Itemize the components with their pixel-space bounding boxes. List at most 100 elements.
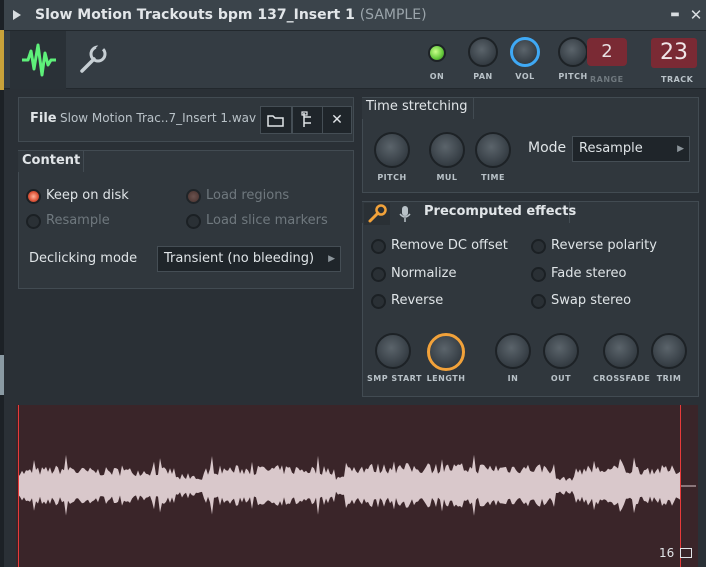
time-stretching-title: Time stretching	[366, 99, 468, 114]
declicking-mode-value: Transient (no bleeding)	[164, 251, 315, 266]
on-label: ON	[429, 72, 445, 81]
locate-file-button[interactable]	[292, 106, 324, 134]
mode-label: Mode	[528, 140, 567, 156]
crossfade-knob[interactable]	[603, 333, 639, 369]
remove-dc-offset-toggle[interactable]	[371, 239, 386, 254]
start-marker[interactable]	[18, 405, 19, 567]
mode-select[interactable]: Resample ▶	[572, 136, 690, 162]
ts-pitch-knob-group: PITCH	[374, 132, 410, 182]
on-led-icon[interactable]	[428, 44, 446, 62]
smp-start-knob-group: SMP START	[367, 333, 422, 383]
content-title: Content	[22, 153, 81, 168]
file-name[interactable]: Slow Motion Trac..7_Insert 1.wav	[60, 111, 256, 125]
close-icon: ✕	[331, 112, 343, 128]
pan-knob-group: PAN	[468, 37, 498, 81]
reverse-toggle[interactable]	[371, 294, 386, 309]
waveform-display[interactable]	[16, 405, 698, 567]
title-bar[interactable]: Slow Motion Trackouts bpm 137_Insert 1 (…	[4, 0, 706, 31]
precomputed-wrench-button[interactable]	[364, 203, 390, 225]
ts-mul-knob[interactable]	[429, 132, 465, 168]
trim-knob[interactable]	[651, 333, 687, 369]
zoom-icon[interactable]	[680, 548, 692, 558]
in-knob[interactable]	[495, 333, 531, 369]
window-title-suffix: (SAMPLE)	[359, 7, 427, 23]
browse-file-button[interactable]	[260, 106, 292, 134]
wrench-icon	[80, 43, 107, 73]
waveform-icon	[22, 43, 56, 77]
ts-mul-label: MUL	[436, 173, 458, 182]
microphone-icon[interactable]	[398, 205, 412, 223]
ts-time-knob[interactable]	[475, 132, 511, 168]
smp-start-knob[interactable]	[375, 333, 411, 369]
length-label: LENGTH	[426, 374, 466, 383]
ts-mul-knob-group: MUL	[429, 132, 465, 182]
window-title: Slow Motion Trackouts bpm 137_Insert 1 (…	[35, 7, 427, 23]
edge-marker	[0, 355, 4, 395]
reverse-polarity-toggle[interactable]	[531, 239, 546, 254]
keep-on-disk-radio[interactable]	[26, 189, 41, 204]
mixer-track-value[interactable]: 23	[651, 38, 697, 68]
chevron-right-icon: ▶	[677, 144, 684, 154]
crossfade-label: CROSSFADE	[593, 374, 651, 383]
reverse-polarity-label[interactable]: Reverse polarity	[551, 238, 657, 253]
in-label: IN	[507, 374, 519, 383]
track-label: TRACK	[661, 75, 694, 84]
range-label: RANGE	[590, 75, 624, 84]
declicking-mode-label: Declicking mode	[29, 251, 138, 266]
folder-icon	[267, 115, 284, 127]
end-marker[interactable]	[680, 405, 681, 567]
on-switch[interactable]: ON	[428, 37, 446, 81]
keep-on-disk-label[interactable]: Keep on disk	[46, 188, 129, 203]
resample-radio[interactable]	[26, 214, 41, 229]
vol-knob[interactable]	[510, 37, 540, 67]
load-slice-markers-checkbox[interactable]	[186, 214, 201, 229]
load-regions-label[interactable]: Load regions	[206, 188, 289, 203]
ts-pitch-knob[interactable]	[374, 132, 410, 168]
swap-stereo-toggle[interactable]	[531, 294, 546, 309]
fade-stereo-label[interactable]: Fade stereo	[551, 266, 627, 281]
file-label: File	[30, 111, 57, 126]
file-panel: File Slow Motion Trac..7_Insert 1.wav ✕	[18, 97, 354, 142]
length-knob-group: LENGTH	[424, 333, 468, 383]
crossfade-knob-group: CROSSFADE	[593, 333, 651, 383]
minimize-button[interactable]: ▬	[666, 5, 684, 25]
length-knob[interactable]	[427, 333, 465, 371]
remove-dc-offset-label[interactable]: Remove DC offset	[391, 238, 508, 253]
trim-label: TRIM	[656, 374, 682, 383]
smp-start-label: SMP START	[367, 374, 422, 383]
settings-tab[interactable]	[76, 43, 108, 77]
resample-label[interactable]: Resample	[46, 213, 110, 228]
swap-stereo-label[interactable]: Swap stereo	[551, 293, 631, 308]
vol-knob-group: VOL	[510, 37, 540, 81]
pitch-range-value[interactable]: 2	[587, 38, 627, 66]
normalize-label[interactable]: Normalize	[391, 266, 456, 281]
normalize-toggle[interactable]	[371, 267, 386, 282]
out-knob-group: OUT	[542, 333, 580, 383]
reverse-label[interactable]: Reverse	[391, 293, 443, 308]
waveform-tab[interactable]	[10, 31, 66, 89]
clear-file-button[interactable]: ✕	[322, 106, 352, 134]
pan-label: PAN	[473, 72, 493, 81]
declicking-mode-select[interactable]: Transient (no bleeding) ▶	[157, 246, 341, 272]
close-window-button[interactable]: ✕	[687, 5, 705, 25]
mode-value: Resample	[579, 141, 643, 156]
waveform-path	[18, 454, 680, 516]
in-knob-group: IN	[494, 333, 532, 383]
load-regions-checkbox[interactable]	[186, 189, 201, 204]
trim-knob-group: TRIM	[650, 333, 688, 383]
ts-time-knob-group: TIME	[475, 132, 511, 182]
zoom-level: 16	[659, 546, 675, 560]
pan-knob[interactable]	[468, 37, 498, 67]
waveform-svg	[18, 454, 696, 516]
ts-time-label: TIME	[481, 173, 505, 182]
window-title-text: Slow Motion Trackouts bpm 137_Insert 1	[35, 7, 355, 23]
window-menu-arrow-icon[interactable]	[13, 10, 21, 20]
precomputed-effects-title: Precomputed effects	[424, 204, 577, 219]
wrench-icon	[368, 204, 387, 223]
out-knob[interactable]	[543, 333, 579, 369]
load-slice-markers-label[interactable]: Load slice markers	[206, 213, 328, 228]
pitch-label: PITCH	[558, 72, 588, 81]
fade-stereo-toggle[interactable]	[531, 267, 546, 282]
ts-pitch-label: PITCH	[377, 173, 407, 182]
pitch-knob[interactable]	[558, 37, 588, 67]
